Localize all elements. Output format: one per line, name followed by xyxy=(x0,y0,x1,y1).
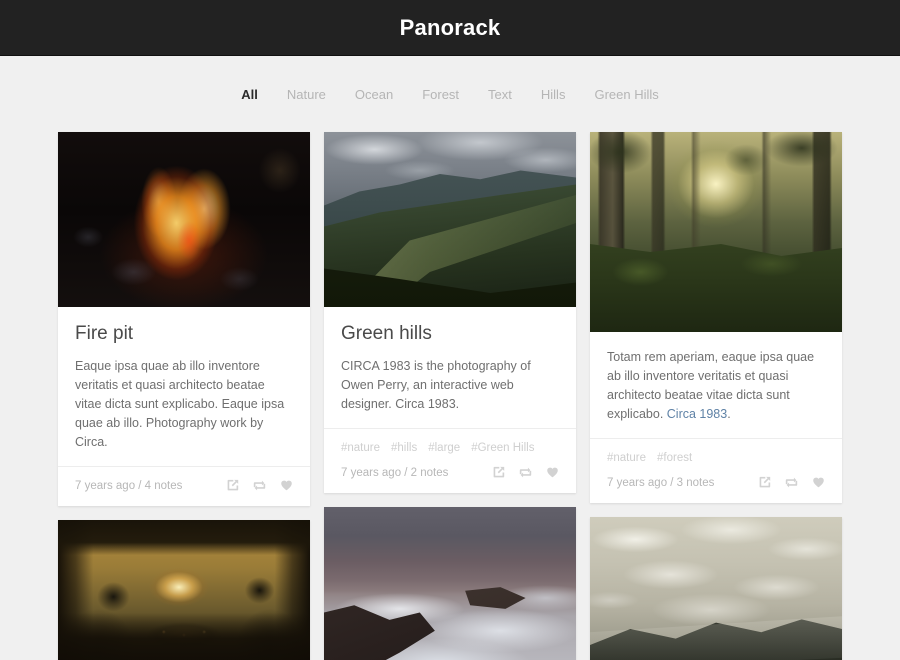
tag[interactable]: #forest xyxy=(657,452,692,464)
cockpit-frame xyxy=(58,520,310,660)
post-footer: 7 years ago / 2 notes xyxy=(324,454,576,493)
grid-column-3: Totam rem aperiam, eaque ipsa quae ab il… xyxy=(590,132,842,660)
tag[interactable]: #nature xyxy=(607,452,646,464)
post-title: Fire pit xyxy=(75,323,134,344)
share-icon[interactable] xyxy=(758,476,771,489)
sea-of-clouds-photo[interactable] xyxy=(590,517,842,660)
post-card-cockpit[interactable] xyxy=(58,520,310,660)
reblog-icon[interactable] xyxy=(785,476,798,489)
post-actions xyxy=(758,476,825,489)
circa-link[interactable]: Circa 1983 xyxy=(667,407,727,421)
post-card-green-hills[interactable]: Green hills CIRCA 1983 is the photograph… xyxy=(324,132,576,493)
post-body: Fire pit Eaque ipsa quae ab illo invento… xyxy=(58,307,310,466)
post-body: Green hills CIRCA 1983 is the photograph… xyxy=(324,307,576,428)
heart-icon[interactable] xyxy=(546,466,559,479)
post-text: Totam rem aperiam, eaque ipsa quae ab il… xyxy=(607,348,825,424)
tag[interactable]: #hills xyxy=(391,442,417,454)
cockpit-sunset-photo[interactable] xyxy=(58,520,310,660)
post-actions xyxy=(226,479,293,492)
page-title: Panorack xyxy=(399,14,501,40)
filter-green-hills[interactable]: Green Hills xyxy=(594,87,658,102)
campfire-embers xyxy=(58,132,310,307)
post-tags: #nature #hills #large #Green Hills xyxy=(324,429,576,454)
share-icon[interactable] xyxy=(226,479,239,492)
post-meta: 7 years ago / 3 notes xyxy=(607,476,715,489)
sunlit-forest-photo[interactable] xyxy=(590,132,842,332)
post-footer: 7 years ago / 3 notes xyxy=(590,464,842,503)
heart-icon[interactable] xyxy=(812,476,825,489)
post-text: Eaque ipsa quae ab illo inventore verita… xyxy=(75,359,285,449)
tag[interactable]: #nature xyxy=(341,442,380,454)
post-meta: 7 years ago / 2 notes xyxy=(341,466,449,479)
grid-column-2: Green hills CIRCA 1983 is the photograph… xyxy=(324,132,576,660)
campfire-photo[interactable] xyxy=(58,132,310,307)
ocean-waves-photo[interactable] xyxy=(324,507,576,660)
filter-nature[interactable]: Nature xyxy=(287,87,326,102)
post-meta: 7 years ago / 4 notes xyxy=(75,479,183,492)
filter-nav: All Nature Ocean Forest Text Hills Green… xyxy=(0,56,900,132)
reblog-icon[interactable] xyxy=(253,479,266,492)
post-title: Green hills xyxy=(341,323,432,344)
post-actions xyxy=(492,466,559,479)
tag[interactable]: #large xyxy=(428,442,460,454)
grid-column-1: Fire pit Eaque ipsa quae ab illo invento… xyxy=(58,132,310,660)
share-icon[interactable] xyxy=(492,466,505,479)
post-card-forest[interactable]: Totam rem aperiam, eaque ipsa quae ab il… xyxy=(590,132,842,503)
green-hills-photo[interactable] xyxy=(324,132,576,307)
tag[interactable]: #Green Hills xyxy=(471,442,534,454)
post-text: CIRCA 1983 is the photography of Owen Pe… xyxy=(341,359,531,411)
post-card-clouds[interactable] xyxy=(590,517,842,660)
post-footer: 7 years ago / 4 notes xyxy=(58,467,310,506)
filter-hills[interactable]: Hills xyxy=(541,87,566,102)
post-text-after-link: . xyxy=(727,407,731,421)
filter-ocean[interactable]: Ocean xyxy=(355,87,393,102)
site-header: Panorack xyxy=(0,0,900,56)
filter-text[interactable]: Text xyxy=(488,87,512,102)
reblog-icon[interactable] xyxy=(519,466,532,479)
filter-all[interactable]: All xyxy=(241,87,258,102)
filter-forest[interactable]: Forest xyxy=(422,87,459,102)
post-card-fire-pit[interactable]: Fire pit Eaque ipsa quae ab illo invento… xyxy=(58,132,310,506)
post-tags: #nature #forest xyxy=(590,439,842,464)
post-body: Totam rem aperiam, eaque ipsa quae ab il… xyxy=(590,332,842,438)
heart-icon[interactable] xyxy=(280,479,293,492)
post-grid: Fire pit Eaque ipsa quae ab illo invento… xyxy=(0,132,900,660)
post-card-ocean[interactable] xyxy=(324,507,576,660)
